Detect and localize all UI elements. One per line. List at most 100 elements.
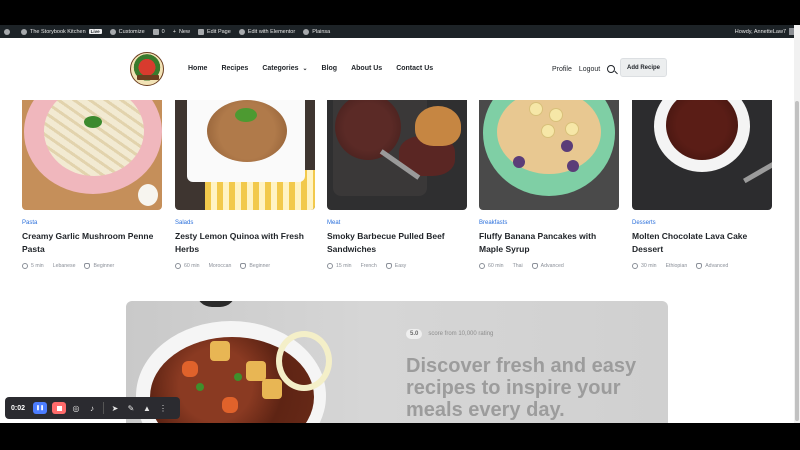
customize-link[interactable]: Customize <box>109 28 145 35</box>
chef-hat-icon <box>84 263 91 269</box>
clock-icon <box>632 263 638 269</box>
add-recipe-button[interactable]: Add Recipe <box>620 58 667 77</box>
recipe-meta: 15 min French Easy <box>327 263 406 269</box>
recipe-cuisine: Thai <box>512 263 523 269</box>
nav-categories-label: Categories <box>262 65 299 72</box>
recipe-category[interactable]: Desserts <box>632 220 656 226</box>
nav-home[interactable]: Home <box>188 65 207 72</box>
comment-icon <box>152 28 159 35</box>
clock-icon <box>479 263 485 269</box>
new-label: New <box>178 28 190 35</box>
rating-text: score from 10,000 rating <box>428 331 494 337</box>
more-icon[interactable]: ⋮ <box>158 403 168 413</box>
profile-link[interactable]: Profile <box>552 66 572 73</box>
cursor-icon[interactable]: ➤ <box>110 403 120 413</box>
recipe-cuisine: French <box>360 263 377 269</box>
greeting: Howdy, AnnetteLaw7 <box>734 28 786 35</box>
recipe-image-meat[interactable] <box>327 100 467 210</box>
recipe-category[interactable]: Salads <box>175 220 193 226</box>
hero-headline: Discover fresh and easy recipes to inspi… <box>406 355 637 421</box>
recipe-level: Advanced <box>540 263 564 269</box>
page-scrollbar[interactable] <box>794 25 800 423</box>
main-nav: Home Recipes Categories ⌄ Blog About Us C… <box>188 65 447 72</box>
recipe-time: 60 min <box>184 263 200 269</box>
chef-hat-icon <box>385 263 392 269</box>
nav-categories[interactable]: Categories ⌄ <box>262 65 307 72</box>
pause-button[interactable] <box>33 402 48 414</box>
site-logo[interactable] <box>130 52 164 86</box>
account-menu[interactable]: Howdy, AnnetteLaw7 <box>735 28 796 35</box>
recipe-title[interactable]: Smoky Barbecue Pulled Beef Sandwiches <box>327 230 467 255</box>
pen-icon[interactable]: ✎ <box>126 403 136 413</box>
pencil-icon <box>197 28 204 35</box>
wordpress-icon <box>4 28 10 35</box>
highlighter-icon[interactable]: ▲ <box>142 403 152 413</box>
hero-image-small-bowl <box>196 301 236 307</box>
recipe-meta: 60 min Moroccan Beginner <box>175 263 270 269</box>
recipe-meta: 60 min Thai Advanced <box>479 263 564 269</box>
recipe-time: 15 min <box>336 263 352 269</box>
recipe-category[interactable]: Breakfasts <box>479 220 507 226</box>
recording-time: 0:02 <box>11 404 26 412</box>
nav-recipes[interactable]: Recipes <box>221 65 248 72</box>
recipe-time: 60 min <box>488 263 504 269</box>
edit-elementor-link[interactable]: Edit with Elementor <box>238 28 296 35</box>
rating-score: 5.0 <box>406 329 423 339</box>
clock-icon <box>327 263 333 269</box>
comments-count: 0 <box>161 28 165 35</box>
chef-hat-icon <box>531 263 538 269</box>
microphone-icon[interactable]: ♪ <box>87 403 97 413</box>
brush-icon <box>109 28 116 35</box>
customize-label: Customize <box>118 28 145 35</box>
plus-icon: + <box>172 28 176 35</box>
recipe-title[interactable]: Molten Chocolate Lava Cake Dessert <box>632 230 772 255</box>
wp-admin-bar: The Storybook Kitchen Live Customize 0 + N… <box>0 25 800 38</box>
divider <box>103 402 105 414</box>
site-name-link[interactable]: The Storybook Kitchen Live <box>21 28 102 35</box>
recipe-cuisine: Ethiopian <box>665 263 688 269</box>
recipe-level: Beginner <box>93 263 115 269</box>
edit-page-link[interactable]: Edit Page <box>197 28 231 35</box>
plugin-link[interactable]: Plainsa <box>303 28 330 35</box>
site-header: Home Recipes Categories ⌄ Blog About Us C… <box>0 38 794 100</box>
search-icon[interactable] <box>607 65 616 73</box>
recipe-image-dessert[interactable] <box>632 100 772 210</box>
nav-blog[interactable]: Blog <box>322 65 338 72</box>
wordpress-logo-button[interactable] <box>4 28 13 35</box>
recipe-image-salad[interactable] <box>175 100 315 210</box>
chevron-down-icon: ⌄ <box>302 66 308 72</box>
recipe-title[interactable]: Creamy Garlic Mushroom Penne Pasta <box>22 230 162 255</box>
recipe-meta: 30 min Ethiopian Advanced <box>632 263 728 269</box>
recipe-title[interactable]: Fluffy Banana Pancakes with Maple Syrup <box>479 230 619 255</box>
comments-link[interactable]: 0 <box>152 28 165 35</box>
logout-link[interactable]: Logout <box>579 66 600 73</box>
video-frame: The Storybook Kitchen Live Customize 0 + N… <box>0 0 800 450</box>
screen-recorder-toolbar: 0:02 ◎ ♪ ➤ ✎ ▲ ⋮ <box>5 397 180 419</box>
new-content-link[interactable]: + New <box>173 29 190 35</box>
recipe-level: Easy <box>394 263 407 269</box>
recipe-image-pasta[interactable] <box>22 100 162 210</box>
clock-icon <box>22 263 28 269</box>
webcam-icon[interactable]: ◎ <box>71 403 81 413</box>
chef-hat-icon <box>240 263 247 269</box>
recipe-category[interactable]: Meat <box>327 220 340 226</box>
chef-hat-icon <box>696 263 703 269</box>
nav-about[interactable]: About Us <box>351 65 382 72</box>
recipe-title[interactable]: Zesty Lemon Quinoa with Fresh Herbs <box>175 230 315 255</box>
recipe-cuisine: Moroccan <box>208 263 232 269</box>
recipe-image-pancakes[interactable] <box>479 100 619 210</box>
stop-button[interactable] <box>52 402 67 414</box>
live-badge: Live <box>88 29 102 34</box>
plugin-icon <box>303 28 310 35</box>
hero-rating: 5.0 score from 10,000 rating <box>406 329 493 339</box>
site-name: The Storybook Kitchen <box>30 28 86 35</box>
browser-viewport: The Storybook Kitchen Live Customize 0 + N… <box>0 25 800 423</box>
home-icon <box>21 28 27 35</box>
recipe-level: Beginner <box>249 263 271 269</box>
scrollbar-thumb[interactable] <box>795 101 799 421</box>
hero-image-onion <box>276 331 332 391</box>
nav-contact[interactable]: Contact Us <box>396 65 433 72</box>
recipe-time: 30 min <box>641 263 657 269</box>
edit-elementor-label: Edit with Elementor <box>247 28 296 35</box>
recipe-category[interactable]: Pasta <box>22 220 37 226</box>
